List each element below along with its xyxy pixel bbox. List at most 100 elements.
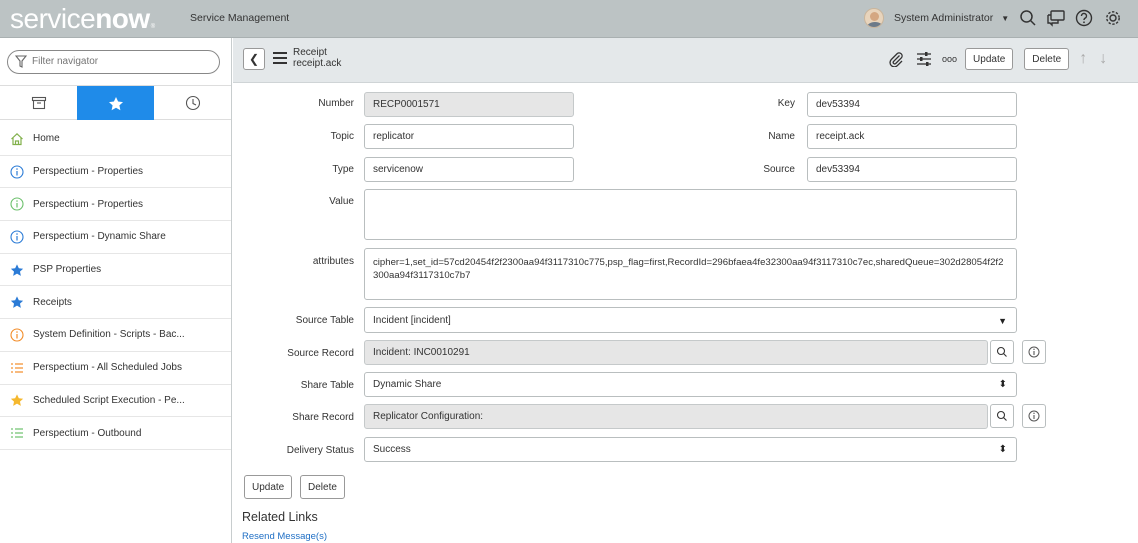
tab-favorites[interactable] bbox=[77, 86, 154, 120]
help-icon[interactable] bbox=[1075, 9, 1095, 29]
nav-item-perspectium-dynamic-share[interactable]: Perspectium - Dynamic Share bbox=[0, 221, 231, 254]
favorites-list: Home Perspectium - Properties Perspectiu… bbox=[0, 123, 231, 450]
info-circle-icon bbox=[10, 197, 24, 211]
form-header: ❮ Receipt receipt.ack ooo Update Delete … bbox=[233, 38, 1138, 83]
attributes-label: attributes bbox=[312, 256, 354, 267]
header-update-button[interactable]: Update bbox=[965, 48, 1014, 70]
share-record-label: Share Record bbox=[292, 412, 354, 423]
form-title-record: receipt.ack bbox=[293, 58, 342, 69]
banner-title: Service Management bbox=[190, 12, 290, 24]
header-delete-button[interactable]: Delete bbox=[1024, 48, 1070, 70]
back-button[interactable]: ❮ bbox=[243, 48, 265, 70]
share-table-value: Dynamic Share bbox=[373, 379, 442, 390]
personalize-form-icon[interactable] bbox=[916, 51, 932, 67]
hamburger-menu-icon[interactable] bbox=[273, 52, 287, 64]
nav-item-label: Perspectium - Properties bbox=[33, 198, 144, 210]
chat-icon[interactable] bbox=[1046, 9, 1066, 29]
list-icon bbox=[10, 361, 24, 375]
key-field[interactable]: dev53394 bbox=[807, 92, 1017, 117]
update-button[interactable]: Update bbox=[244, 475, 293, 499]
nav-item-home[interactable]: Home bbox=[0, 123, 231, 156]
source-field[interactable]: dev53394 bbox=[807, 157, 1017, 182]
select-updown-icon: ⬍ bbox=[998, 444, 1007, 455]
form-title: Receipt receipt.ack bbox=[293, 47, 341, 69]
chevron-left-icon: ❮ bbox=[248, 52, 260, 66]
number-label: Number bbox=[318, 98, 354, 109]
nav-item-label: Perspectium - Dynamic Share bbox=[33, 231, 166, 243]
logo-trademark: ® bbox=[150, 24, 156, 30]
info-circle-icon bbox=[10, 328, 24, 342]
filter-navigator[interactable] bbox=[7, 50, 220, 74]
nav-item-label: Perspectium - Properties bbox=[33, 166, 144, 178]
type-field[interactable]: servicenow bbox=[364, 157, 574, 182]
search-icon bbox=[996, 410, 1007, 421]
share-table-select[interactable]: Dynamic Share ⬍ bbox=[364, 372, 1017, 397]
home-icon bbox=[10, 132, 24, 146]
filter-icon bbox=[15, 55, 27, 68]
info-circle-icon bbox=[10, 230, 24, 244]
more-options-button[interactable]: ooo bbox=[942, 54, 957, 64]
search-icon[interactable] bbox=[1019, 9, 1039, 29]
nav-item-scheduled-script-execution[interactable]: Scheduled Script Execution - Pe... bbox=[0, 385, 231, 418]
tab-all-applications[interactable] bbox=[0, 86, 77, 120]
source-label: Source bbox=[763, 164, 795, 175]
share-record-field[interactable]: Replicator Configuration: bbox=[364, 404, 988, 429]
nav-item-label: Scheduled Script Execution - Pe... bbox=[33, 394, 185, 406]
receipt-form: Number RECP0001571 Key dev53394 Topic re… bbox=[233, 84, 1138, 543]
source-record-lookup-button[interactable] bbox=[990, 340, 1014, 364]
source-record-field[interactable]: Incident: INC0010291 bbox=[364, 340, 988, 365]
nav-item-perspectium-outbound[interactable]: Perspectium - Outbound bbox=[0, 417, 231, 450]
resend-message-link[interactable]: Resend Message(s) bbox=[242, 531, 327, 542]
tab-history[interactable] bbox=[154, 86, 231, 120]
topic-label: Topic bbox=[330, 131, 354, 142]
nav-item-system-definition-scripts[interactable]: System Definition - Scripts - Bac... bbox=[0, 319, 231, 352]
share-record-lookup-button[interactable] bbox=[990, 404, 1014, 428]
list-icon bbox=[10, 426, 24, 440]
nav-item-perspectium-properties-2[interactable]: Perspectium - Properties bbox=[0, 188, 231, 222]
select-updown-icon: ⬍ bbox=[998, 379, 1007, 390]
favorites-star-icon bbox=[108, 96, 123, 110]
gear-icon[interactable] bbox=[1104, 9, 1124, 29]
nav-item-receipts[interactable]: Receipts bbox=[0, 286, 231, 320]
nav-item-psp-properties[interactable]: PSP Properties bbox=[0, 254, 231, 287]
delete-button[interactable]: Delete bbox=[300, 475, 345, 499]
arrow-down-icon[interactable]: ↓ bbox=[1099, 50, 1107, 68]
form-header-actions: ooo Update Delete ↑ ↓ bbox=[888, 48, 1107, 70]
logo-now-text: now bbox=[95, 3, 150, 34]
history-clock-icon bbox=[185, 95, 200, 111]
info-icon bbox=[1028, 410, 1040, 422]
search-icon bbox=[996, 346, 1007, 357]
name-label: Name bbox=[768, 131, 795, 142]
attributes-textarea[interactable]: cipher=1,set_id=57cd20454f2f2300aa94f311… bbox=[364, 248, 1017, 300]
number-field[interactable]: RECP0001571 bbox=[364, 92, 574, 117]
arrow-up-icon[interactable]: ↑ bbox=[1079, 50, 1087, 68]
source-table-value: Incident [incident] bbox=[373, 314, 451, 326]
value-textarea[interactable] bbox=[364, 189, 1017, 240]
nav-item-perspectium-properties[interactable]: Perspectium - Properties bbox=[0, 156, 231, 189]
name-field[interactable]: receipt.ack bbox=[807, 124, 1017, 149]
star-icon bbox=[10, 263, 24, 277]
nav-item-label: Receipts bbox=[33, 296, 72, 308]
source-table-select[interactable]: Incident [incident] ▼ bbox=[364, 307, 1017, 333]
share-record-info-button[interactable] bbox=[1022, 404, 1046, 428]
delivery-status-select[interactable]: Success ⬍ bbox=[364, 437, 1017, 462]
user-menu[interactable]: System Administrator ▼ bbox=[864, 8, 1009, 28]
star-icon bbox=[10, 295, 24, 309]
source-record-info-button[interactable] bbox=[1022, 340, 1046, 364]
logo-service-text: service bbox=[10, 3, 96, 34]
info-icon bbox=[1028, 346, 1040, 358]
info-circle-icon bbox=[10, 164, 24, 179]
attachment-icon[interactable] bbox=[888, 51, 904, 67]
user-name: System Administrator bbox=[894, 12, 994, 24]
filter-input[interactable] bbox=[32, 56, 212, 67]
source-table-label: Source Table bbox=[295, 315, 354, 326]
star-icon bbox=[10, 393, 24, 407]
avatar bbox=[864, 8, 884, 28]
topic-field[interactable]: replicator bbox=[364, 124, 574, 149]
servicenow-logo[interactable]: service now ® bbox=[10, 4, 155, 34]
nav-item-label: System Definition - Scripts - Bac... bbox=[33, 329, 185, 341]
nav-item-all-scheduled-jobs[interactable]: Perspectium - All Scheduled Jobs bbox=[0, 352, 231, 385]
type-label: Type bbox=[332, 164, 354, 175]
share-table-label: Share Table bbox=[300, 380, 354, 391]
dropdown-arrow-icon: ▼ bbox=[998, 316, 1007, 326]
